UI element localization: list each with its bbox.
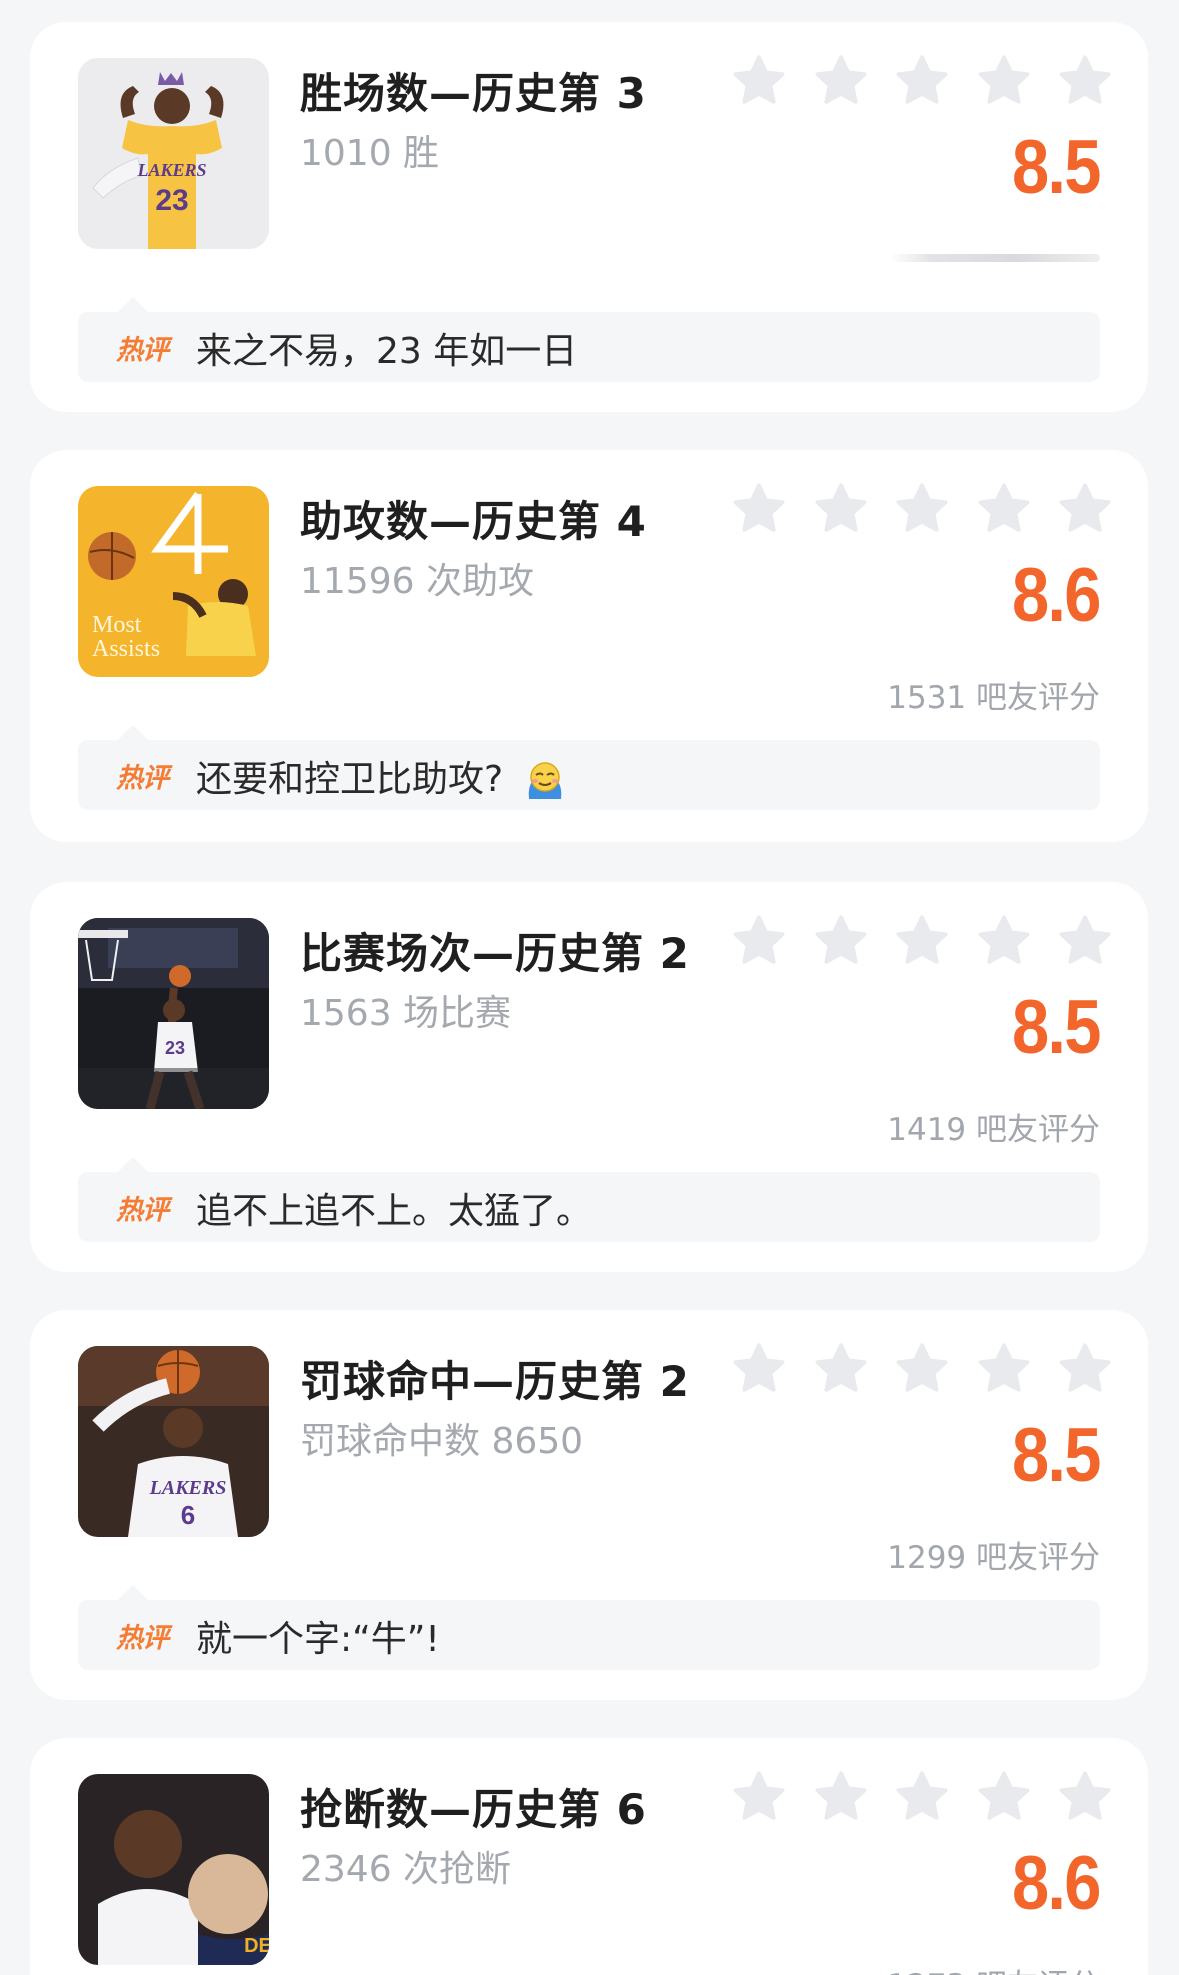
hot-comment-tag: 热评 xyxy=(116,335,169,366)
star-icon[interactable] xyxy=(893,1768,951,1828)
rating-card[interactable]: 23 比赛场次—历史第 2 1563 场比赛 8.5 1419 吧友评分 热评 … xyxy=(30,882,1148,1272)
star-icon[interactable] xyxy=(893,480,951,540)
star-icon[interactable] xyxy=(975,1340,1033,1400)
rating-stars[interactable] xyxy=(730,912,1114,972)
rating-card[interactable]: DE 抢断数—历史第 6 2346 次抢断 8.6 1273 吧友评分 xyxy=(30,1738,1148,1975)
rating-score: 8.6 xyxy=(1012,553,1101,638)
votes-placeholder xyxy=(890,254,1100,262)
star-icon[interactable] xyxy=(1056,1340,1114,1400)
card-thumbnail[interactable]: DE xyxy=(78,1774,269,1965)
votes-count: 1299 吧友评分 xyxy=(887,1540,1100,1576)
card-subtitle: 2346 次抢断 xyxy=(300,1849,512,1890)
smirk-emoji-icon xyxy=(528,762,562,799)
svg-text:6: 6 xyxy=(181,1500,195,1530)
star-icon[interactable] xyxy=(730,52,788,112)
svg-text:23: 23 xyxy=(155,184,188,217)
rating-feed: LAKERS 23 胜场数—历史第 3 1010 胜 8.5 热评 来之不易，2… xyxy=(0,0,1179,1975)
hot-comment-tag: 热评 xyxy=(116,763,169,794)
star-icon[interactable] xyxy=(975,52,1033,112)
star-icon[interactable] xyxy=(975,480,1033,540)
hot-comment[interactable]: 热评 追不上追不上。太猛了。 xyxy=(78,1157,1100,1242)
hot-comment-text: 来之不易，23 年如一日 xyxy=(196,331,578,372)
star-icon[interactable] xyxy=(812,1340,870,1400)
card-subtitle: 1010 胜 xyxy=(300,133,440,174)
rating-stars[interactable] xyxy=(730,52,1114,112)
rating-score: 8.6 xyxy=(1012,1841,1101,1926)
card-thumbnail[interactable]: Most Assists xyxy=(78,486,269,677)
star-icon[interactable] xyxy=(1056,912,1114,972)
star-icon[interactable] xyxy=(1056,480,1114,540)
svg-text:23: 23 xyxy=(165,1038,185,1058)
star-icon[interactable] xyxy=(730,480,788,540)
hot-comment-text: 追不上追不上。太猛了。 xyxy=(196,1191,593,1232)
star-icon[interactable] xyxy=(893,1340,951,1400)
hot-comment[interactable]: 热评 还要和控卫比助攻? xyxy=(78,725,1100,810)
card-thumbnail[interactable]: LAKERS 23 xyxy=(78,58,269,249)
rating-stars[interactable] xyxy=(730,1340,1114,1400)
star-icon[interactable] xyxy=(1056,1768,1114,1828)
card-title: 比赛场次—历史第 2 xyxy=(300,929,690,978)
star-icon[interactable] xyxy=(893,52,951,112)
card-subtitle: 11596 次助攻 xyxy=(300,561,534,602)
svg-text:LAKERS: LAKERS xyxy=(136,160,206,180)
card-subtitle: 罚球命中数 8650 xyxy=(300,1421,584,1462)
star-icon[interactable] xyxy=(893,912,951,972)
star-icon[interactable] xyxy=(730,912,788,972)
card-thumbnail[interactable]: 23 xyxy=(78,918,269,1109)
hot-comment[interactable]: 热评 来之不易，23 年如一日 xyxy=(78,297,1100,382)
star-icon[interactable] xyxy=(730,1340,788,1400)
rating-card[interactable]: LAKERS 6 罚球命中—历史第 2 罚球命中数 8650 8.5 1299 … xyxy=(30,1310,1148,1700)
star-icon[interactable] xyxy=(1056,52,1114,112)
svg-text:LAKERS: LAKERS xyxy=(149,1477,227,1499)
rating-card[interactable]: LAKERS 23 胜场数—历史第 3 1010 胜 8.5 热评 来之不易，2… xyxy=(30,22,1148,412)
svg-text:Most: Most xyxy=(92,612,142,638)
votes-count: 1419 吧友评分 xyxy=(887,1112,1100,1148)
rating-score: 8.5 xyxy=(1012,125,1101,210)
rating-score: 8.5 xyxy=(1012,985,1101,1070)
hot-comment-tag: 热评 xyxy=(116,1623,169,1654)
star-icon[interactable] xyxy=(730,1768,788,1828)
hot-comment-text-wrap: 还要和控卫比助攻? xyxy=(196,750,567,803)
star-icon[interactable] xyxy=(812,1768,870,1828)
star-icon[interactable] xyxy=(812,52,870,112)
rating-score: 8.5 xyxy=(1012,1413,1101,1498)
card-title: 抢断数—历史第 6 xyxy=(300,1785,647,1834)
rating-stars[interactable] xyxy=(730,1768,1114,1828)
hot-comment-text: 还要和控卫比助攻? xyxy=(196,759,504,800)
votes-count: 1273 吧友评分 xyxy=(887,1960,1100,1975)
hot-comment-text: 就一个字:“牛”! xyxy=(196,1619,440,1660)
votes-count: 1531 吧友评分 xyxy=(887,680,1100,716)
rating-stars[interactable] xyxy=(730,480,1114,540)
star-icon[interactable] xyxy=(812,912,870,972)
svg-text:DE: DE xyxy=(244,1935,269,1957)
hot-comment[interactable]: 热评 就一个字:“牛”! xyxy=(78,1585,1100,1670)
rating-card[interactable]: Most Assists 助攻数—历史第 4 11596 次助攻 8.6 153… xyxy=(30,450,1148,842)
hot-comment-tag: 热评 xyxy=(116,1195,169,1226)
card-thumbnail[interactable]: LAKERS 6 xyxy=(78,1346,269,1537)
card-title: 罚球命中—历史第 2 xyxy=(300,1357,690,1406)
card-title: 助攻数—历史第 4 xyxy=(300,497,647,546)
card-title: 胜场数—历史第 3 xyxy=(300,69,647,118)
svg-text:Assists: Assists xyxy=(92,636,160,662)
card-subtitle: 1563 场比赛 xyxy=(300,993,512,1034)
star-icon[interactable] xyxy=(975,1768,1033,1828)
star-icon[interactable] xyxy=(975,912,1033,972)
star-icon[interactable] xyxy=(812,480,870,540)
